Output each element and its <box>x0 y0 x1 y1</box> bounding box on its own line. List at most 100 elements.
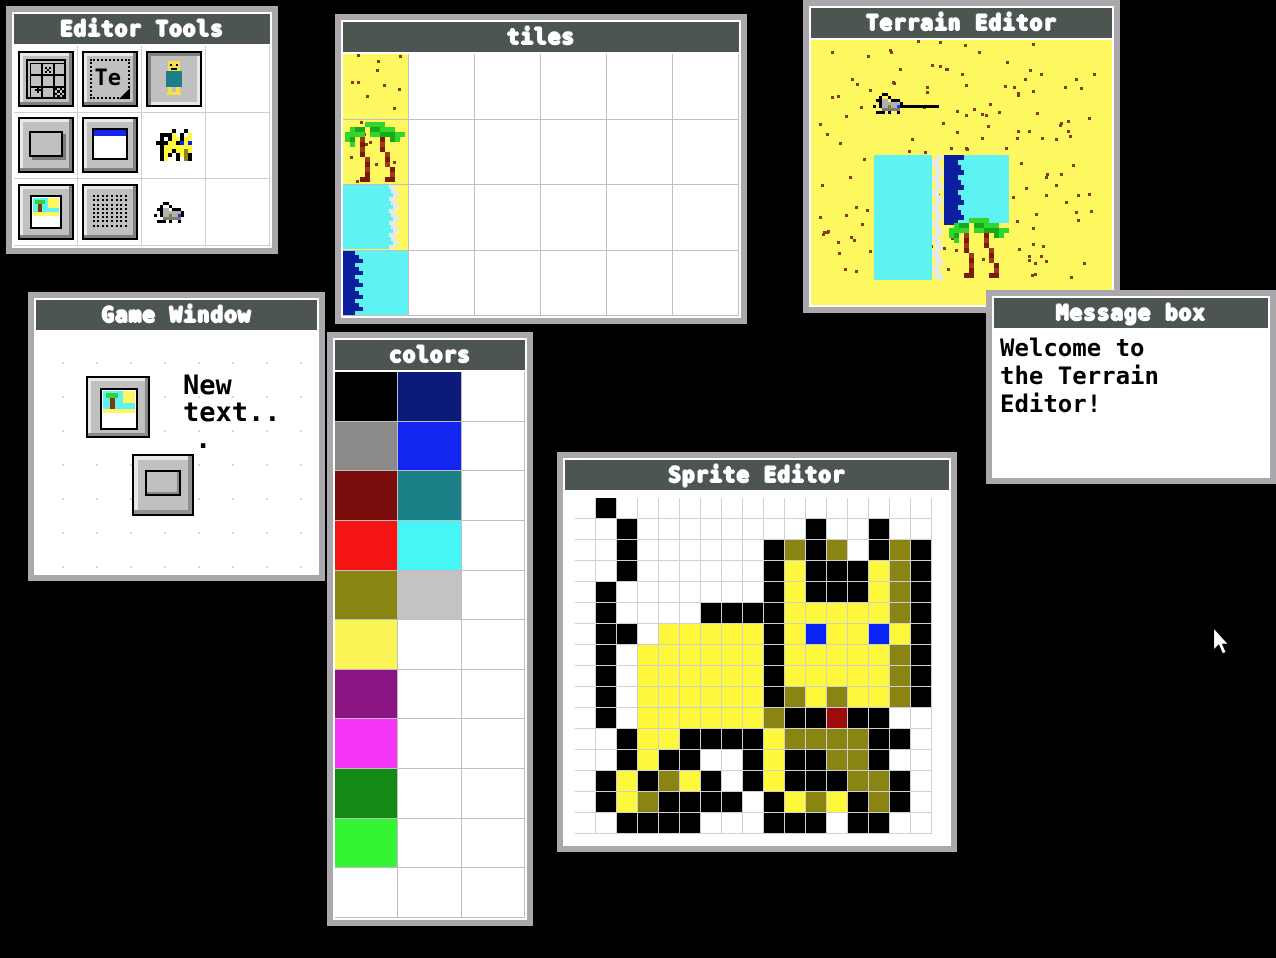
sprite-pixel[interactable] <box>890 603 911 624</box>
sprite-pixel[interactable] <box>890 540 911 561</box>
sprite-pixel[interactable] <box>680 750 701 771</box>
sprite-pixel[interactable] <box>659 687 680 708</box>
sprite-pixel[interactable] <box>596 708 617 729</box>
sprite-pixel[interactable] <box>764 708 785 729</box>
sprite-pixel[interactable] <box>659 750 680 771</box>
sprite-pixel[interactable] <box>890 666 911 687</box>
titlebar-game-window[interactable]: Game Window <box>36 300 317 332</box>
sprite-pixel[interactable] <box>848 561 869 582</box>
color-swatch[interactable] <box>335 669 399 720</box>
sprite-pixel-empty[interactable] <box>575 729 596 750</box>
sprite-pixel[interactable] <box>869 750 890 771</box>
sprite-pixel[interactable] <box>890 645 911 666</box>
sprite-pixel-empty[interactable] <box>722 519 743 540</box>
sprite-pixel[interactable] <box>890 729 911 750</box>
sprite-pixel-empty[interactable] <box>659 603 680 624</box>
tile-cell-empty[interactable] <box>673 54 739 120</box>
color-swatch[interactable] <box>335 421 399 472</box>
color-swatch[interactable] <box>335 471 399 521</box>
sprite-pixel[interactable] <box>764 582 785 603</box>
sprite-pixel[interactable] <box>848 582 869 603</box>
sprite-pixel-empty[interactable] <box>890 708 911 729</box>
sprite-pixel-empty[interactable] <box>596 750 617 771</box>
sprite-pixel[interactable] <box>764 540 785 561</box>
sprite-pixel[interactable] <box>638 771 659 792</box>
sprite-pixel[interactable] <box>848 645 869 666</box>
sprite-pixel[interactable] <box>869 666 890 687</box>
sprite-pixel[interactable] <box>785 729 806 750</box>
sprite-pixel-empty[interactable] <box>617 708 638 729</box>
titlebar-tiles[interactable]: tiles <box>343 22 739 54</box>
sprite-pixel[interactable] <box>848 708 869 729</box>
sprite-pixel[interactable] <box>911 540 932 561</box>
sprite-pixel[interactable] <box>659 666 680 687</box>
color-swatch[interactable] <box>335 520 399 571</box>
sprite-pixel[interactable] <box>680 708 701 729</box>
sprite-pixel[interactable] <box>848 813 869 834</box>
dotted-pattern-icon[interactable] <box>81 184 138 241</box>
sprite-pixel[interactable] <box>869 687 890 708</box>
sprite-pixel[interactable] <box>701 687 722 708</box>
sprite-pixel-empty[interactable] <box>722 813 743 834</box>
blank-panel-icon[interactable] <box>17 117 74 174</box>
sprite-pixel-empty[interactable] <box>911 498 932 519</box>
tool-button-actor-tool[interactable] <box>142 46 206 113</box>
sprite-pixel[interactable] <box>764 771 785 792</box>
sprite-pixel[interactable] <box>890 582 911 603</box>
sprite-pixel-empty[interactable] <box>659 498 680 519</box>
tile-cell-empty[interactable] <box>673 119 739 185</box>
sprite-pixel-empty[interactable] <box>890 498 911 519</box>
tile-cell-empty[interactable] <box>409 119 475 185</box>
sprite-pixel[interactable] <box>869 582 890 603</box>
sprite-pixel-empty[interactable] <box>911 519 932 540</box>
sprite-pixel-empty[interactable] <box>890 519 911 540</box>
tile-cell-empty[interactable] <box>475 119 541 185</box>
titlebar-terrain-editor[interactable]: Terrain Editor <box>811 8 1112 40</box>
sprite-pixel[interactable] <box>659 771 680 792</box>
sprite-pixel-empty[interactable] <box>785 519 806 540</box>
sprite-pixel[interactable] <box>848 624 869 645</box>
sprite-pixel-empty[interactable] <box>911 813 932 834</box>
sprite-pixel-empty[interactable] <box>722 540 743 561</box>
sprite-pixel[interactable] <box>848 750 869 771</box>
sprite-pixel[interactable] <box>596 687 617 708</box>
sprite-pixel-empty[interactable] <box>680 519 701 540</box>
sprite-pixel-empty[interactable] <box>680 540 701 561</box>
sprite-pixel[interactable] <box>659 624 680 645</box>
sprite-pixel-empty[interactable] <box>575 540 596 561</box>
tool-button-image-tool[interactable] <box>14 179 78 246</box>
sprite-pixel-empty[interactable] <box>764 519 785 540</box>
sprite-pixel[interactable] <box>869 624 890 645</box>
titlebar-editor-tools[interactable]: Editor Tools <box>14 14 270 46</box>
sprite-pixel[interactable] <box>848 729 869 750</box>
sprite-pixel[interactable] <box>617 792 638 813</box>
sprite-pixel[interactable] <box>869 771 890 792</box>
sprite-pixel-empty[interactable] <box>617 498 638 519</box>
sprite-pixel-empty[interactable] <box>743 519 764 540</box>
sprite-pixel[interactable] <box>785 771 806 792</box>
sprite-pixel-empty[interactable] <box>743 561 764 582</box>
sprite-pixel-empty[interactable] <box>680 498 701 519</box>
tool-button-pattern-tool[interactable] <box>78 179 142 246</box>
sprite-pixel[interactable] <box>659 729 680 750</box>
sprite-pixel[interactable] <box>764 603 785 624</box>
cat-sprite-preview[interactable] <box>142 112 206 180</box>
sprite-pixel-empty[interactable] <box>638 582 659 603</box>
tile-cell-empty[interactable] <box>475 54 541 120</box>
sprite-pixel[interactable] <box>827 603 848 624</box>
sprite-pixel[interactable] <box>764 687 785 708</box>
tile-cell-empty[interactable] <box>541 54 607 120</box>
sprite-pixel[interactable] <box>785 666 806 687</box>
sprite-pixel-empty[interactable] <box>743 582 764 603</box>
window-game-window[interactable]: Game Window New text.. . <box>28 292 325 581</box>
color-swatch[interactable] <box>335 372 399 422</box>
sprite-pixel[interactable] <box>701 645 722 666</box>
sprite-pixel[interactable] <box>722 687 743 708</box>
sprite-pixel-empty[interactable] <box>701 519 722 540</box>
sprite-pixel[interactable] <box>764 729 785 750</box>
tool-button-text-tool[interactable]: Te <box>78 46 142 113</box>
sprite-pixel[interactable] <box>890 624 911 645</box>
sprite-pixel-empty[interactable] <box>869 498 890 519</box>
sprite-pixel-empty[interactable] <box>743 813 764 834</box>
sprite-pixel[interactable] <box>617 771 638 792</box>
